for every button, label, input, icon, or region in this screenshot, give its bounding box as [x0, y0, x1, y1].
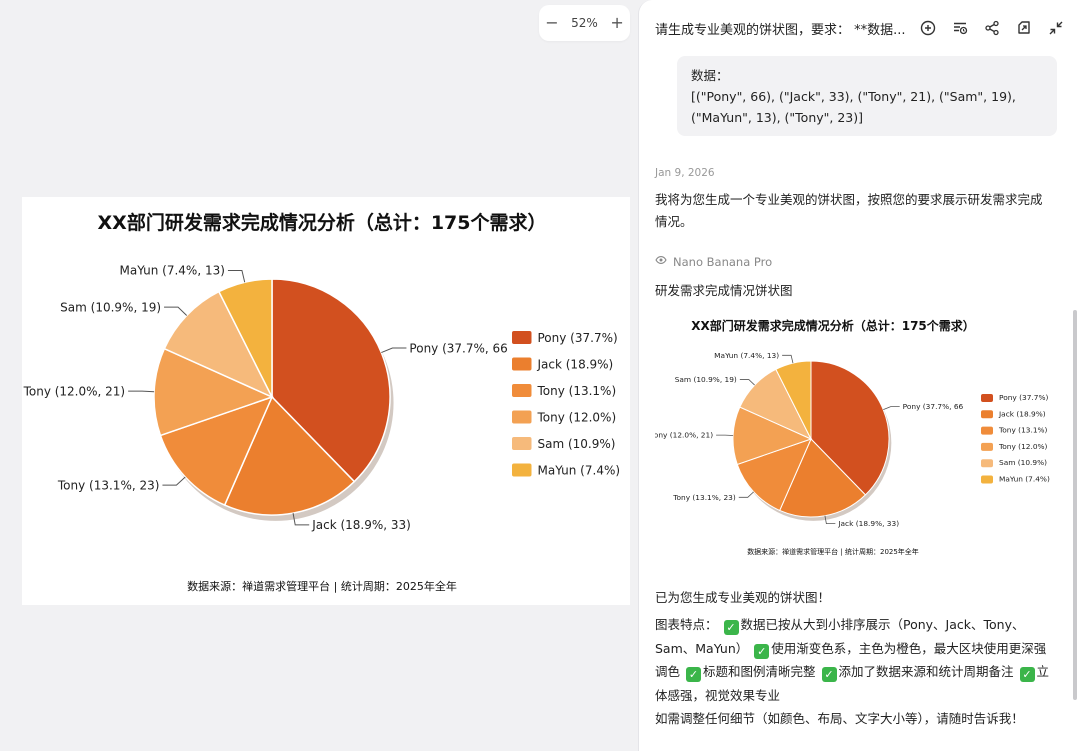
- user-message-bubble: 数据： [("Pony", 66), ("Jack", 33), ("Tony"…: [677, 56, 1057, 136]
- legend-swatch: [512, 463, 532, 477]
- pie-chart-image[interactable]: XX部门研发需求完成情况分析（总计：175个需求） Pony (37.7%, 66…: [22, 197, 630, 605]
- legend-swatch: [981, 394, 993, 402]
- user-message-line: ("MaYun", 13), ("Tony", 23)]: [691, 110, 864, 125]
- leader-line: [128, 390, 155, 393]
- slice-label: Jack (18.9%, 33): [311, 518, 411, 532]
- legend-swatch: [981, 426, 993, 435]
- legend-item: Pony (37.7%): [538, 331, 618, 345]
- legend-item: MaYun (7.4%): [999, 475, 1050, 484]
- chart-title: XX部门研发需求完成情况分析（总计：175个需求）: [691, 318, 975, 333]
- legend-item: Jack (18.9%): [998, 409, 1046, 418]
- zoom-level: 52%: [571, 16, 598, 30]
- legend-swatch: [981, 442, 993, 451]
- model-tag: Nano Banana Pro: [655, 254, 772, 269]
- checkmark-icon: ✓: [821, 667, 837, 682]
- panel-scrollbar[interactable]: [1073, 310, 1077, 700]
- user-message-line: [("Pony", 66), ("Jack", 33), ("Tony", 21…: [691, 89, 1016, 104]
- slice-label: Tony (13.1%, 23): [672, 493, 736, 502]
- chart-source-note: 数据来源：禅道需求管理平台 | 统计周期：2025年全年: [187, 579, 457, 593]
- eye-icon: [655, 254, 667, 269]
- collapse-icon[interactable]: [1047, 19, 1065, 37]
- legend-item: Sam (10.9%): [999, 458, 1047, 467]
- legend-item: Tony (13.1%): [998, 426, 1048, 435]
- feature-item: 标题和图例清晰完整: [703, 664, 816, 679]
- share-icon[interactable]: [983, 19, 1001, 37]
- legend-swatch: [512, 357, 532, 371]
- assistant-done-text: 已为您生成专业美观的饼状图！: [655, 590, 831, 605]
- thumbnail-pie-chart-svg: XX部门研发需求完成情况分析（总计：175个需求） Pony (37.7%, 66…: [655, 318, 1050, 556]
- model-name: Nano Banana Pro: [673, 254, 773, 269]
- legend-item: Jack (18.9%): [537, 358, 614, 372]
- features-lead: 图表特点：: [655, 617, 718, 632]
- add-chat-icon[interactable]: [919, 19, 937, 37]
- legend-item: Pony (37.7%): [999, 393, 1048, 402]
- slice-label: Tony (12.0%, 21): [23, 384, 126, 398]
- slice-label: Pony (37.7%, 66: [903, 402, 964, 411]
- legend-item: Sam (10.9%): [538, 437, 616, 451]
- chart-title: XX部门研发需求完成情况分析（总计：175个需求）: [98, 211, 547, 234]
- conversation-title: 请生成专业美观的饼状图，要求： **数据...: [655, 22, 906, 38]
- legend-item: MaYun (7.4%): [538, 464, 621, 478]
- open-external-icon[interactable]: [1015, 19, 1033, 37]
- canvas-area: − 52% + XX部门研发需求完成情况分析（总计：175个需求） Pony (3…: [0, 0, 638, 751]
- slice-label: Tony (13.1%, 23): [57, 478, 160, 492]
- zoom-in-button[interactable]: +: [610, 15, 623, 31]
- slice-label: Jack (18.9%, 33): [837, 519, 899, 528]
- checkmark-icon: ✓: [686, 667, 701, 682]
- legend-item: Tony (13.1%): [537, 384, 617, 398]
- generated-image-title: 研发需求完成情况饼状图: [655, 283, 793, 298]
- zoom-out-button[interactable]: −: [545, 15, 558, 31]
- legend-swatch: [981, 475, 993, 484]
- assistant-followup-text: 如需调整任何细节（如颜色、布局、文字大小等），请随时告诉我！: [655, 711, 1024, 726]
- leader-line: [164, 306, 188, 316]
- user-message-line: 数据：: [691, 68, 729, 83]
- panel-header: 请生成专业美观的饼状图，要求： **数据...: [639, 0, 1080, 56]
- slice-label: MaYun (7.4%, 13): [119, 264, 224, 278]
- slice-label: Sam (10.9%, 19): [60, 300, 161, 314]
- legend-swatch: [512, 410, 532, 424]
- pie-chart-svg: XX部门研发需求完成情况分析（总计：175个需求） Pony (37.7%, 66…: [23, 211, 621, 593]
- legend-item: Tony (12.0%): [537, 411, 617, 425]
- checkmark-icon: ✓: [1019, 667, 1035, 682]
- assistant-intro-text: 我将为您生成一个专业美观的饼状图，按照您的要求展示研发需求完成情况。: [655, 192, 1043, 229]
- feature-item: 添加了数据来源和统计周期备注: [838, 664, 1014, 679]
- zoom-control: − 52% +: [539, 5, 630, 41]
- leader-line: [739, 379, 755, 386]
- assistant-features-text: 图表特点： ✓ 数据已按从大到小排序展示（Pony、Jack、Tony、Sam、M…: [655, 613, 1050, 707]
- slice-label: Pony (37.7%, 66: [409, 341, 507, 355]
- legend-item: Tony (12.0%): [998, 442, 1048, 451]
- slice-label: Tony (12.0%, 21): [655, 431, 713, 440]
- slice-label: Sam (10.9%, 19): [675, 375, 737, 384]
- chart-source-note: 数据来源：禅道需求管理平台 | 统计周期：2025年全年: [747, 547, 919, 556]
- leader-line: [883, 406, 900, 411]
- message-date: Jan 9, 2026: [655, 167, 715, 179]
- legend-swatch: [981, 410, 993, 419]
- leader-line: [381, 347, 407, 354]
- checkmark-icon: ✓: [754, 643, 770, 659]
- legend-swatch: [512, 331, 532, 344]
- slice-label: MaYun (7.4%, 13): [714, 351, 779, 360]
- legend-swatch: [512, 437, 532, 450]
- checkmark-icon: ✓: [723, 620, 739, 635]
- leader-line: [782, 354, 794, 364]
- history-icon[interactable]: [951, 19, 969, 37]
- generated-image-thumbnail[interactable]: XX部门研发需求完成情况分析（总计：175个需求） Pony (37.7%, 66…: [655, 308, 1061, 568]
- chat-panel: 请生成专业美观的饼状图，要求： **数据... 数据： [("Pony", 66…: [638, 0, 1080, 751]
- legend-swatch: [512, 384, 532, 397]
- leader-line: [227, 270, 246, 283]
- leader-line: [162, 476, 186, 486]
- leader-line: [738, 491, 754, 498]
- legend-swatch: [981, 459, 993, 468]
